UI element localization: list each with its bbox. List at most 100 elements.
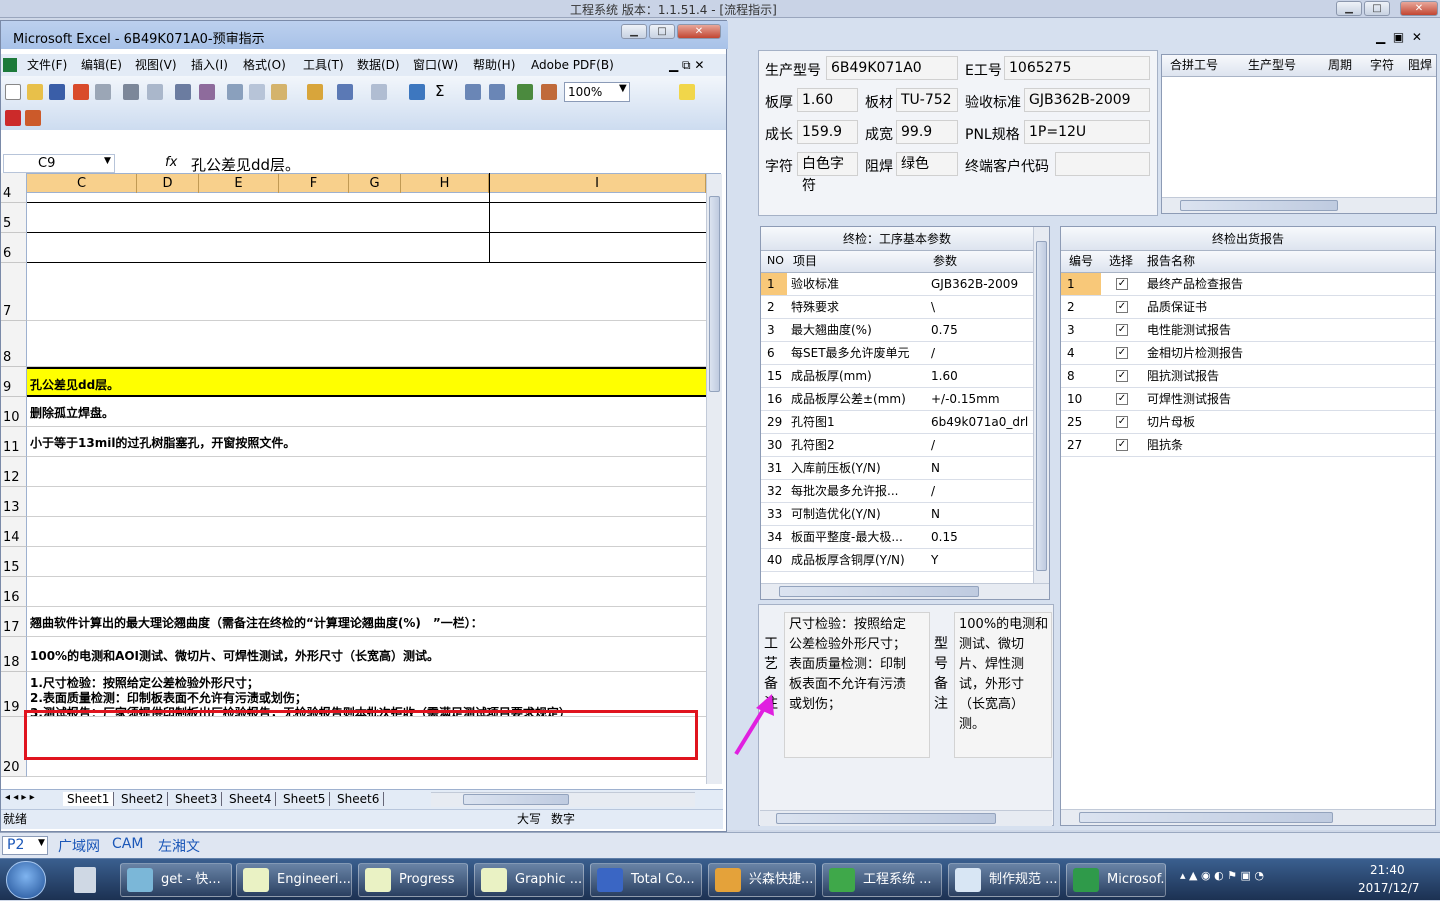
print-icon[interactable] [123,84,139,100]
sheet-row[interactable]: 100%的电测和AOI测试、微切片、可焊性测试，外形尺寸（长宽高）测试。 [27,637,706,672]
sheet-row[interactable]: 孔公差见dd层。 [27,367,706,397]
scroll-thumb[interactable] [1079,812,1333,823]
fx-icon[interactable]: fx [165,155,177,170]
excel-close-button[interactable]: ✕ [677,24,721,39]
row-header[interactable]: 9 [1,367,27,397]
param-row[interactable]: 15 成品板厚(mm) 1.60 [761,365,1033,388]
menu-insert[interactable]: 插入(I) [191,54,228,76]
chevron-down-icon[interactable]: ▼ [104,156,111,166]
start-button[interactable] [6,861,46,899]
sheet-row[interactable] [27,203,706,233]
spelling-icon[interactable] [175,84,191,100]
save-icon[interactable] [49,84,65,100]
report-row[interactable]: 25 ✓ 切片母板 [1061,411,1435,434]
row-header[interactable]: 14 [1,517,27,547]
col-item[interactable]: 项目 [793,251,817,271]
pdf-mail-icon[interactable] [25,110,41,126]
report-row[interactable]: 4 ✓ 金相切片检测报告 [1061,342,1435,365]
taskbar-item[interactable]: Engineeri... [236,863,352,897]
taskbar-item[interactable]: Graphic ... [474,863,584,897]
sheet-tab[interactable]: Sheet6 [333,792,385,806]
col-report-name[interactable]: 报告名称 [1147,251,1195,271]
sheet-row[interactable] [27,233,706,263]
report-checkbox[interactable]: ✓ [1116,416,1128,428]
taskbar-item[interactable]: Total Co... [590,863,702,897]
report-row[interactable]: 3 ✓ 电性能测试报告 [1061,319,1435,342]
sort-desc-icon[interactable] [489,84,505,100]
excel-minimize-button[interactable]: ▁ [621,24,647,39]
ework-field[interactable]: 1065275 [1004,56,1150,80]
undo-icon[interactable] [337,84,353,100]
length-field[interactable]: 159.9 [797,120,858,144]
param-value[interactable]: / [931,480,1033,502]
param-value[interactable]: / [931,342,1033,364]
autosum-icon[interactable]: Σ [435,82,444,100]
scroll-thumb[interactable] [709,196,720,392]
report-checkbox[interactable]: ✓ [1116,301,1128,313]
param-value[interactable]: +/-0.15mm [931,388,1033,410]
menu-edit[interactable]: 编辑(E) [81,54,122,76]
row-header[interactable]: 15 [1,547,27,577]
drawing-icon[interactable] [541,84,557,100]
params-vscroll[interactable] [1033,227,1049,583]
report-row[interactable]: 2 ✓ 品质保证书 [1061,296,1435,319]
sheet-row[interactable] [27,547,706,577]
row-header[interactable]: 4 [1,173,27,203]
sheet-row[interactable]: 删除孤立焊盘。 [27,397,706,427]
col-report-no[interactable]: 编号 [1069,251,1093,271]
row-header[interactable]: 8 [1,321,27,367]
formula-input[interactable]: 孔公差见dd层。 [191,154,300,175]
taskbar-item[interactable]: get - 快... [120,863,232,897]
chevron-down-icon[interactable]: ▼ [38,838,45,848]
maximize-button[interactable]: □ [1364,1,1390,16]
merge-hscroll[interactable] [1162,197,1436,213]
pdf-convert-icon[interactable] [5,110,21,126]
fill-color-icon[interactable] [679,84,695,100]
menu-tools[interactable]: 工具(T) [303,54,344,76]
param-value[interactable]: / [931,434,1033,456]
preview-icon[interactable] [147,84,163,100]
report-checkbox[interactable]: ✓ [1116,324,1128,336]
model-note-text[interactable]: 100%的电测和测试、微切片、焊性测试，外形寸（长宽高）测。 [954,612,1052,758]
param-value[interactable]: 0.15 [931,526,1033,548]
sheet-vscroll[interactable] [706,174,722,784]
pnl-field[interactable]: 1P=12U [1024,120,1150,144]
notes-hscroll[interactable] [760,810,1052,826]
solder-field[interactable]: 绿色 [896,152,958,176]
taskbar-item[interactable]: Progress [358,863,468,897]
calculator-icon[interactable] [74,867,96,893]
report-checkbox[interactable]: ✓ [1116,439,1128,451]
standard-field[interactable]: GJB362B-2009 [1024,88,1150,112]
param-row[interactable]: 34 板面平整度-最大极... 0.15 [761,526,1033,549]
row-header[interactable]: 18 [1,637,27,672]
report-checkbox[interactable]: ✓ [1116,370,1128,382]
sheet-row[interactable]: 小于等于13mil的过孔树脂塞孔，开窗按照文件。 [27,427,706,457]
param-value[interactable]: \ [931,296,1033,318]
new-icon[interactable] [5,84,21,100]
param-row[interactable]: 30 孔符图2 / [761,434,1033,457]
hyperlink-icon[interactable] [409,84,425,100]
mdi-controls[interactable]: ▁ ▣ ✕ [1376,30,1422,44]
sheet-tab[interactable]: Sheet5 [279,792,331,806]
col-prod-model[interactable]: 生产型号 [1248,55,1296,75]
row-header[interactable]: 11 [1,427,27,457]
sheet-row[interactable] [27,173,706,203]
param-row[interactable]: 2 特殊要求 \ [761,296,1033,319]
menu-format[interactable]: 格式(O) [243,54,286,76]
thickness-field[interactable]: 1.60 [797,88,858,112]
close-button[interactable]: ✕ [1400,1,1438,16]
menu-file[interactable]: 文件(F) [27,54,67,76]
email-icon[interactable] [95,84,111,100]
format-painter-icon[interactable] [307,84,323,100]
row-header[interactable]: 17 [1,607,27,637]
sheet-tab[interactable]: Sheet4 [225,792,277,806]
menu-view[interactable]: 视图(V) [135,54,177,76]
params-grid[interactable]: 终检：工序基本参数 NO 项目 参数 1 验收标准 GJB362B-2009 2 特殊要… [760,226,1050,600]
report-checkbox[interactable]: ✓ [1116,393,1128,405]
row-header[interactable]: 7 [1,263,27,321]
param-row[interactable]: 6 每SET最多允许废单元 / [761,342,1033,365]
param-value[interactable]: GJB362B-2009 [931,273,1033,295]
row-header[interactable]: 12 [1,457,27,487]
chart-wizard-icon[interactable] [517,84,533,100]
report-checkbox[interactable]: ✓ [1116,278,1128,290]
